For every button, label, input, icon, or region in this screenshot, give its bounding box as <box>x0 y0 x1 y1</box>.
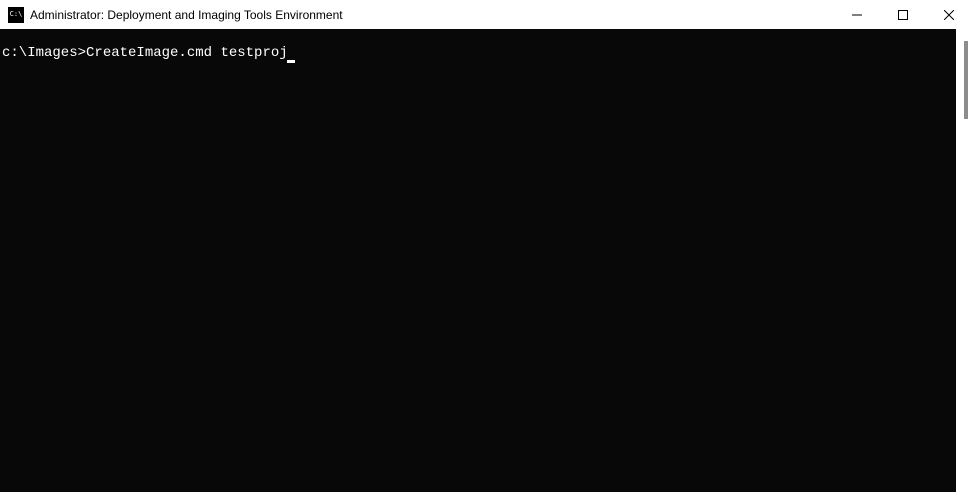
bottom-gap <box>0 492 956 504</box>
command-text: CreateImage.cmd testproj <box>86 45 288 61</box>
scrollbar-track[interactable] <box>956 29 972 504</box>
terminal-area[interactable]: c:\Images>CreateImage.cmd testproj <box>0 29 972 504</box>
maximize-button[interactable] <box>880 0 926 29</box>
terminal-line: c:\Images>CreateImage.cmd testproj <box>0 29 956 64</box>
maximize-icon <box>898 10 908 20</box>
cursor <box>287 60 295 63</box>
cmd-icon-text: C:\ <box>10 11 23 18</box>
close-icon <box>944 10 954 20</box>
prompt: c:\Images> <box>2 45 86 61</box>
window-controls <box>834 0 972 29</box>
scrollbar-thumb[interactable] <box>964 41 968 119</box>
titlebar: C:\ Administrator: Deployment and Imagin… <box>0 0 972 29</box>
minimize-button[interactable] <box>834 0 880 29</box>
close-button[interactable] <box>926 0 972 29</box>
terminal-content[interactable]: c:\Images>CreateImage.cmd testproj <box>0 29 956 504</box>
minimize-icon <box>852 10 862 20</box>
window-title: Administrator: Deployment and Imaging To… <box>30 8 343 22</box>
cmd-icon: C:\ <box>8 7 24 23</box>
